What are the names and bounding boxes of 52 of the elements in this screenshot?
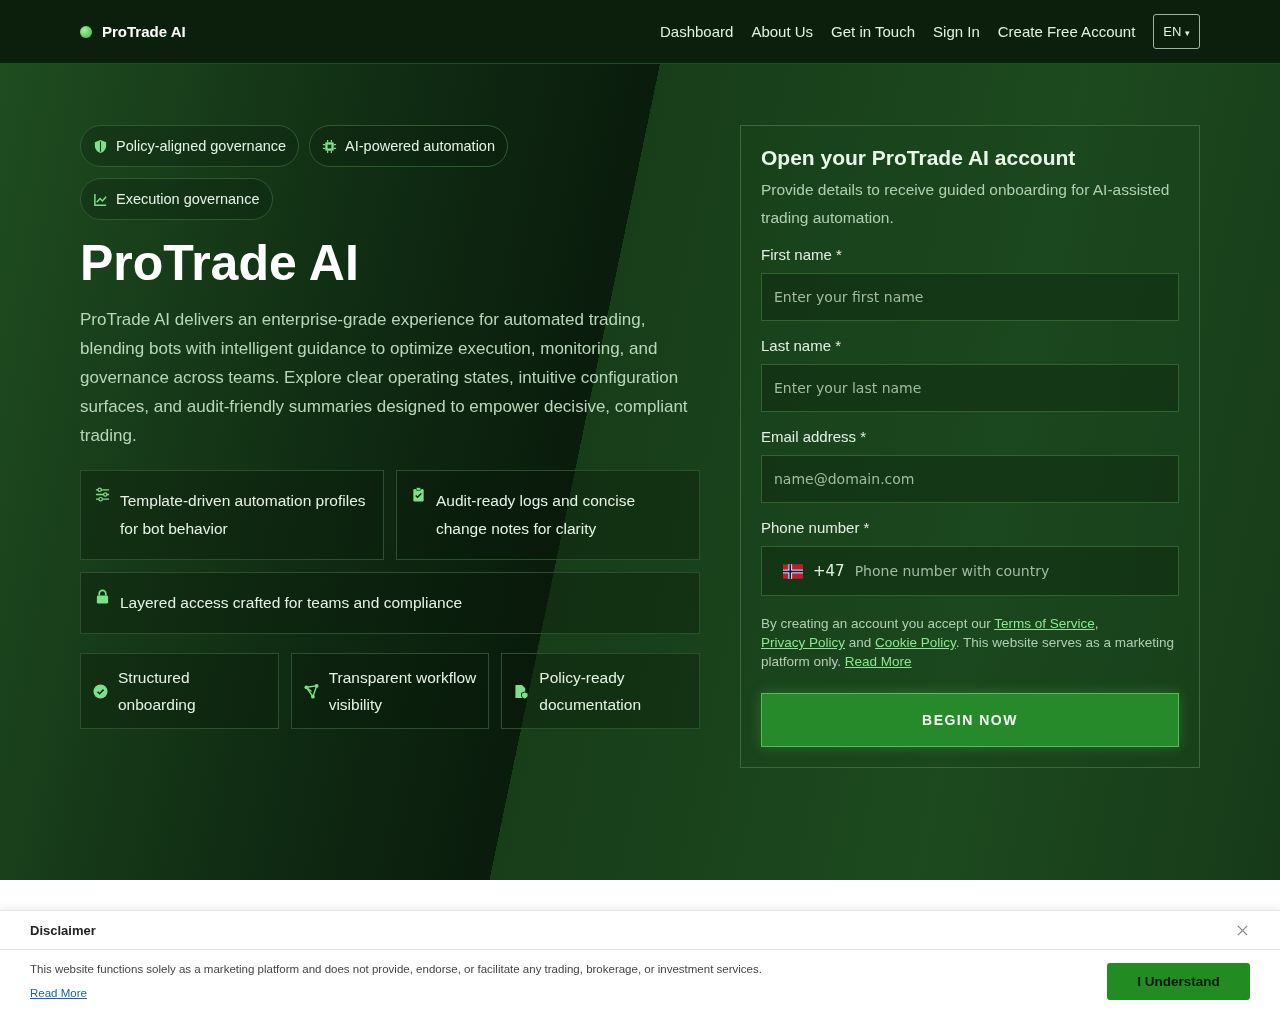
nav-link[interactable]: Dashboard: [660, 23, 734, 40]
signup-title: Open your ProTrade AI account: [761, 146, 1077, 170]
phone-number-input[interactable]: Phone number with country: [852, 562, 1166, 580]
chart-icon: [93, 191, 108, 207]
field-label: Email address *: [761, 428, 868, 445]
tag-label: Policy-aligned governance: [116, 138, 287, 154]
begin-now-button[interactable]: BEGIN NOW: [761, 693, 1179, 747]
nodes-icon: [303, 683, 319, 699]
feature-text: Structured onboarding: [118, 668, 197, 715]
nav-link[interactable]: Get in Touch: [831, 23, 916, 40]
policy-link[interactable]: Read More: [844, 654, 912, 669]
brand-name[interactable]: ProTrade AI: [102, 23, 186, 40]
nav-link[interactable]: Create Free Account: [997, 23, 1136, 40]
tag-label: AI-powered automation: [345, 138, 495, 154]
sliders-icon: [95, 487, 110, 502]
understand-button[interactable]: I Understand: [1107, 963, 1250, 1000]
field-label: Last name *: [761, 337, 843, 354]
feature-text: Template-driven automation profiles for bot behavior: [120, 491, 367, 539]
hero-title: ProTrade AI: [80, 236, 360, 291]
logo-dot-icon: [80, 25, 92, 38]
policy-link[interactable]: Cookie Policy: [875, 635, 956, 650]
text-input-field[interactable]: Enter your last name: [761, 364, 1179, 412]
feature-text: Policy-ready documentation: [539, 668, 642, 715]
feature-text: Transparent workflow visibility: [328, 668, 477, 715]
disclaimer-text: This website functions solely as a marketing platform and does not provide, endorse, or facilitate any trading, brokerage, or investment services.: [30, 963, 762, 975]
phone-field[interactable]: +47 Phone number with country: [761, 546, 1179, 596]
text-input-field[interactable]: name@domain.com: [761, 455, 1179, 503]
check-circle-icon: [93, 683, 108, 699]
policy-link[interactable]: Terms of Service: [994, 616, 1095, 631]
feature-text: Layered access crafted for teams and compliance: [120, 593, 463, 613]
flag-icon: [783, 563, 803, 579]
language-selector[interactable]: EN ▾: [1153, 14, 1200, 49]
shield-icon: [93, 138, 108, 154]
chip-icon: [322, 138, 338, 154]
nav-link[interactable]: Sign In: [933, 23, 980, 40]
lock-icon: [95, 589, 110, 604]
hero-description: ProTrade AI delivers an enterprise-grade experience for automated trading, blending bots with intelligent guidance to optimize execution, monitoring, and governance across teams. Explore clear operating states, intuitive configuration surfaces, and audit-friendly summaries designed to empower decisive, compliant trading.: [80, 309, 689, 447]
document-shield-icon: [514, 683, 530, 699]
field-label: Phone number *: [761, 519, 871, 536]
tag-label: Execution governance: [116, 191, 260, 207]
text-input-field[interactable]: Enter your first name: [761, 273, 1179, 321]
nav-link[interactable]: About Us: [751, 23, 814, 40]
signup-subtitle: Provide details to receive guided onboarding for AI-assisted trading automation.: [761, 180, 1171, 228]
policy-link[interactable]: Privacy Policy: [761, 635, 846, 650]
close-icon[interactable]: [1237, 924, 1248, 936]
field-label: First name *: [761, 246, 843, 263]
disclaimer-title: Disclaimer: [30, 922, 96, 938]
read-more-link[interactable]: Read More: [30, 987, 87, 999]
feature-text: Audit-ready logs and concise change notes for clarity: [436, 491, 637, 539]
consent-text: By creating an account you accept our Terms of Service, Privacy Policy and Cookie Policy. This website serves as a marketing platform only. Read More: [761, 615, 1175, 671]
clipboard-check-icon: [411, 487, 426, 502]
country-code[interactable]: +47: [813, 562, 845, 580]
